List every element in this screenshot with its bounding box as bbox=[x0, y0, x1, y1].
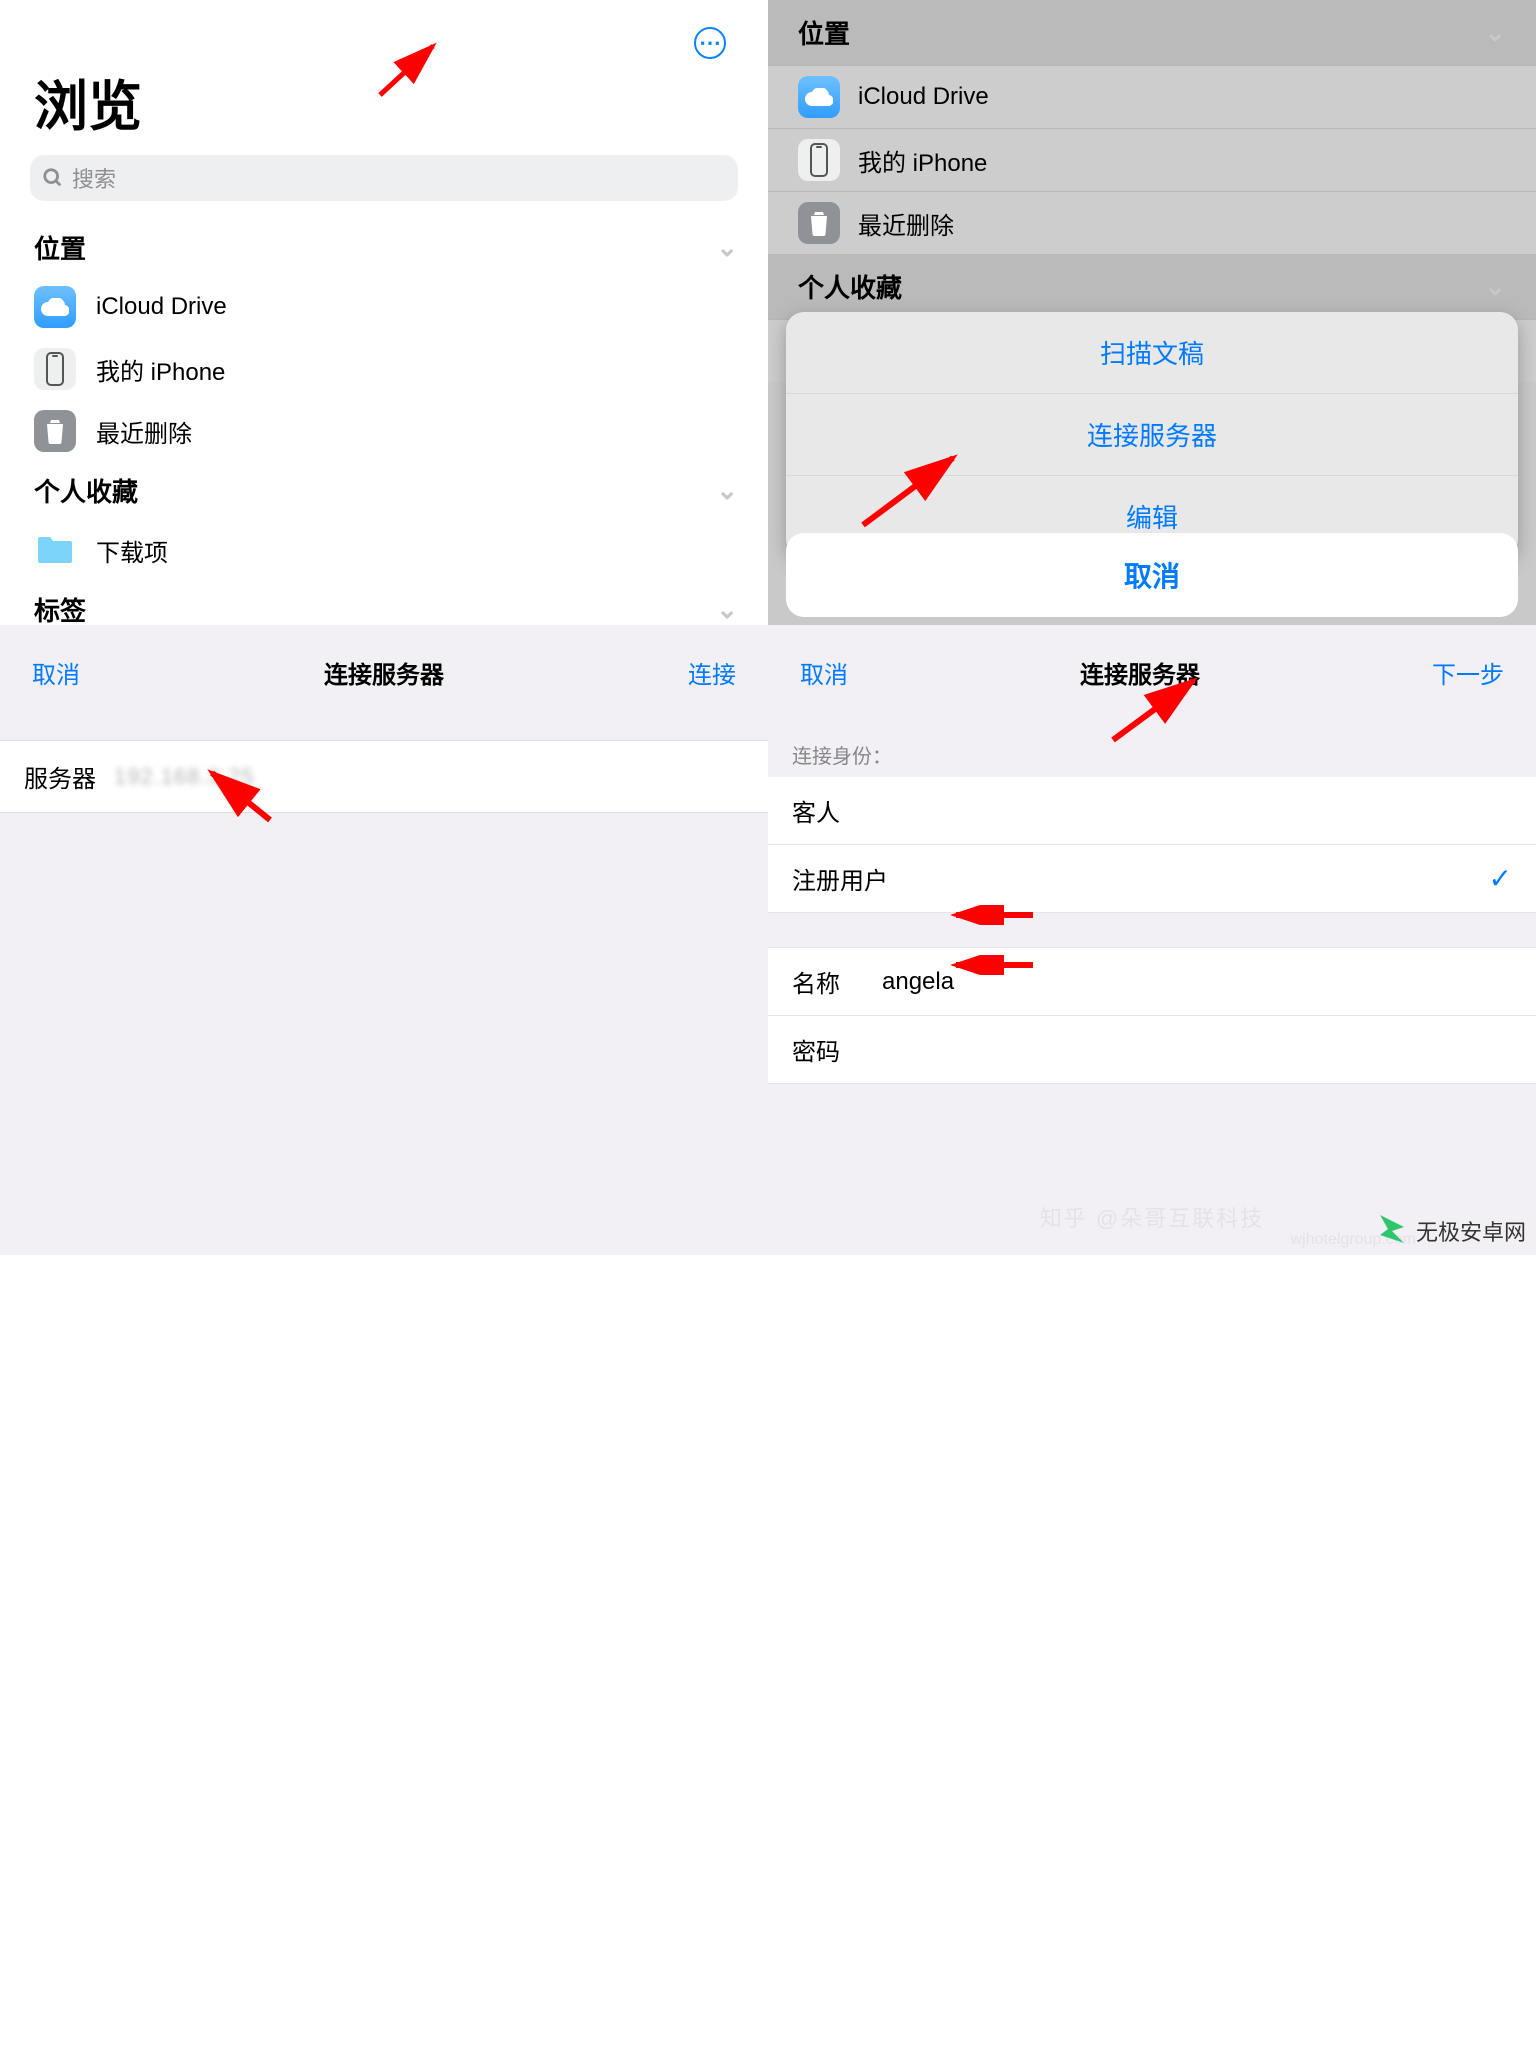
location-iphone[interactable]: 我的 iPhone bbox=[0, 338, 768, 400]
action-sheet-panel: 位置 ⌄ iCloud Drive 我的 iPhone 最近删除 个人收藏 ⌄ bbox=[768, 0, 1536, 625]
search-placeholder: 搜索 bbox=[72, 162, 116, 194]
connect-button[interactable]: 连接 bbox=[688, 655, 736, 690]
cancel-button[interactable]: 取消 bbox=[32, 655, 80, 690]
chevron-down-icon: ⌄ bbox=[716, 594, 738, 625]
iphone-icon bbox=[798, 139, 840, 181]
favorites-header-2[interactable]: 个人收藏 ⌄ bbox=[768, 254, 1536, 319]
favorite-downloads[interactable]: 下载项 bbox=[0, 519, 768, 581]
connect-server-panel: 取消 连接服务器 连接 服务器 192.168.3.25 bbox=[0, 625, 768, 1255]
password-field[interactable]: 密码 bbox=[768, 1016, 1536, 1084]
server-value: 192.168.3.25 bbox=[114, 764, 254, 790]
server-label: 服务器 bbox=[24, 759, 114, 794]
cloud-icon bbox=[34, 286, 76, 328]
password-label: 密码 bbox=[792, 1032, 862, 1067]
site-logo: 无极安卓网 bbox=[1364, 1207, 1536, 1255]
scan-documents-action[interactable]: 扫描文稿 bbox=[786, 312, 1518, 393]
more-icon[interactable]: ⋯ bbox=[694, 27, 726, 59]
registered-option[interactable]: 注册用户 ✓ bbox=[768, 845, 1536, 913]
location-iphone-2[interactable]: 我的 iPhone bbox=[768, 128, 1536, 191]
server-field[interactable]: 服务器 192.168.3.25 bbox=[0, 740, 768, 813]
chevron-down-icon: ⌄ bbox=[716, 232, 738, 263]
folder-icon bbox=[34, 529, 76, 571]
next-button[interactable]: 下一步 bbox=[1432, 655, 1504, 690]
chevron-down-icon: ⌄ bbox=[1484, 17, 1506, 48]
location-icloud[interactable]: iCloud Drive bbox=[0, 276, 768, 338]
browse-panel: ⋯ 浏览 搜索 位置 ⌄ iCloud Drive 我的 iPhone bbox=[0, 0, 768, 625]
trash-icon bbox=[798, 202, 840, 244]
tags-header[interactable]: 标签 ⌄ bbox=[0, 581, 768, 625]
search-icon bbox=[42, 167, 64, 189]
navbar: 取消 连接服务器 连接 bbox=[0, 625, 768, 720]
name-label: 名称 bbox=[792, 964, 862, 999]
chevron-down-icon: ⌄ bbox=[716, 475, 738, 506]
iphone-icon bbox=[34, 348, 76, 390]
connect-identity-panel: 取消 连接服务器 下一步 连接身份： 客人 注册用户 ✓ 名称 angela 密… bbox=[768, 625, 1536, 1255]
action-sheet: 扫描文稿 连接服务器 编辑 bbox=[786, 312, 1518, 557]
favorites-header[interactable]: 个人收藏 ⌄ bbox=[0, 462, 768, 519]
trash-icon bbox=[34, 410, 76, 452]
connect-as-label: 连接身份： bbox=[768, 720, 1536, 777]
search-input[interactable]: 搜索 bbox=[30, 155, 738, 201]
navbar: 取消 连接服务器 下一步 bbox=[768, 625, 1536, 720]
nav-title: 连接服务器 bbox=[1080, 655, 1200, 690]
page-title: 浏览 bbox=[34, 62, 738, 141]
name-value: angela bbox=[882, 968, 954, 996]
chevron-down-icon: ⌄ bbox=[1484, 271, 1506, 302]
nav-title: 连接服务器 bbox=[324, 655, 444, 690]
location-deleted-2[interactable]: 最近删除 bbox=[768, 191, 1536, 254]
location-deleted[interactable]: 最近删除 bbox=[0, 400, 768, 462]
name-field[interactable]: 名称 angela bbox=[768, 947, 1536, 1016]
connect-server-action[interactable]: 连接服务器 bbox=[786, 393, 1518, 475]
guest-option[interactable]: 客人 bbox=[768, 777, 1536, 845]
locations-header[interactable]: 位置 ⌄ bbox=[0, 219, 768, 276]
cloud-icon bbox=[798, 76, 840, 118]
check-icon: ✓ bbox=[1489, 862, 1512, 895]
logo-icon bbox=[1374, 1213, 1410, 1249]
locations-header-2[interactable]: 位置 ⌄ bbox=[768, 0, 1536, 65]
cancel-button[interactable]: 取消 bbox=[786, 533, 1518, 617]
location-icloud-2[interactable]: iCloud Drive bbox=[768, 65, 1536, 128]
cancel-button[interactable]: 取消 bbox=[800, 655, 848, 690]
